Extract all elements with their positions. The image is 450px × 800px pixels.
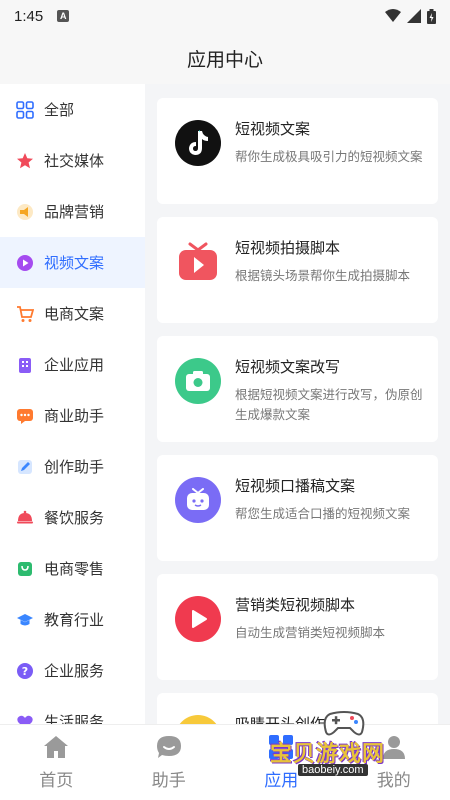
category-sidebar: 全部 社交媒体 品牌营销 视频文案 电商文案 企业应用 商业助手 创作助手 餐饮… — [0, 84, 145, 724]
sidebar-item-life-services[interactable]: 生活服务 — [0, 696, 145, 724]
card-title: 短视频文案改写 — [235, 358, 341, 376]
bag-icon — [16, 560, 34, 578]
megaphone-icon — [16, 203, 34, 221]
app-card-voiceover-copy[interactable]: 短视频口播稿文案 帮您生成适合口播的短视频文案 — [157, 455, 438, 561]
tab-label: 助手 — [151, 771, 186, 791]
status-time: 1:45 — [14, 7, 44, 25]
signal-icon — [407, 9, 421, 23]
graduation-cap-icon — [16, 611, 34, 629]
card-description: 根据镜头场景帮你生成拍摄脚本 — [235, 268, 411, 283]
watermark-url: baobeiy.com — [298, 764, 368, 776]
sidebar-item-all[interactable]: 全部 — [0, 84, 145, 135]
watermark: 宝贝游戏网 baobeiy.com — [270, 706, 420, 778]
sidebar-item-label: 企业服务 — [44, 662, 105, 680]
sun-icon — [175, 715, 221, 724]
grid-icon — [16, 100, 34, 119]
battery-icon — [427, 8, 436, 24]
heart-icon — [16, 713, 34, 724]
sidebar-item-retail[interactable]: 电商零售 — [0, 543, 145, 594]
tab-assistant[interactable]: 助手 — [113, 725, 226, 800]
sidebar-item-label: 社交媒体 — [44, 152, 105, 170]
sidebar-item-label: 创作助手 — [44, 458, 105, 476]
pen-icon — [16, 458, 34, 476]
tab-home[interactable]: 首页 — [0, 725, 113, 800]
app-card-marketing-script[interactable]: 营销类短视频脚本 自动生成营销类短视频脚本 — [157, 574, 438, 680]
play-icon — [16, 254, 34, 272]
app-card-short-video-copy[interactable]: 短视频文案 帮你生成极具吸引力的短视频文案 — [157, 98, 438, 204]
star-icon — [16, 152, 34, 170]
sidebar-item-label: 全部 — [44, 101, 75, 119]
card-title: 营销类短视频脚本 — [235, 596, 356, 614]
sidebar-item-ecommerce-copy[interactable]: 电商文案 — [0, 288, 145, 339]
card-title: 短视频文案 — [235, 120, 311, 138]
sidebar-item-video-copy[interactable]: 视频文案 — [0, 237, 145, 288]
card-description: 帮你生成极具吸引力的短视频文案 — [235, 149, 423, 164]
sidebar-item-enterprise-services[interactable]: ? 企业服务 — [0, 645, 145, 696]
sidebar-item-label: 教育行业 — [44, 611, 105, 629]
home-icon — [43, 734, 69, 760]
tv-icon — [175, 477, 221, 523]
sidebar-item-label: 电商文案 — [44, 305, 105, 323]
play-circle-icon — [175, 596, 221, 642]
sidebar-item-label: 企业应用 — [44, 356, 105, 374]
gamepad-icon — [323, 711, 365, 736]
card-title: 短视频拍摄脚本 — [235, 239, 341, 257]
card-description: 自动生成营销类短视频脚本 — [235, 625, 386, 640]
sidebar-item-enterprise-apps[interactable]: 企业应用 — [0, 339, 145, 390]
dish-icon — [16, 509, 34, 527]
sidebar-item-label: 视频文案 — [44, 254, 105, 272]
sidebar-item-label: 商业助手 — [44, 407, 105, 425]
sidebar-item-creation-assistant[interactable]: 创作助手 — [0, 441, 145, 492]
sidebar-item-education[interactable]: 教育行业 — [0, 594, 145, 645]
cart-icon — [16, 305, 34, 323]
sidebar-item-label: 品牌营销 — [44, 203, 105, 221]
card-description: 帮您生成适合口播的短视频文案 — [235, 506, 411, 521]
sidebar-item-label: 电商零售 — [44, 560, 105, 578]
chat-bubble-icon — [156, 734, 182, 760]
sidebar-item-social-media[interactable]: 社交媒体 — [0, 135, 145, 186]
card-title: 短视频口播稿文案 — [235, 477, 356, 495]
camera-icon — [175, 358, 221, 404]
tv-play-icon — [175, 239, 221, 285]
sidebar-item-brand-marketing[interactable]: 品牌营销 — [0, 186, 145, 237]
building-icon — [16, 356, 34, 374]
chat-icon — [16, 407, 34, 425]
sidebar-item-label: 餐饮服务 — [44, 509, 105, 527]
card-description: 根据短视频文案进行改写，伪原创生成爆款文案 — [235, 387, 423, 422]
tab-label: 首页 — [39, 771, 74, 791]
page-title: 应用中心 — [186, 48, 263, 71]
app-card-copy-rewrite[interactable]: 短视频文案改写 根据短视频文案进行改写，伪原创生成爆款文案 — [157, 336, 438, 442]
app-card-shooting-script[interactable]: 短视频拍摄脚本 根据镜头场景帮你生成拍摄脚本 — [157, 217, 438, 323]
svg-text:?: ? — [22, 665, 28, 678]
wifi-icon — [385, 9, 401, 22]
tiktok-icon — [175, 120, 221, 166]
title-bar: 应用中心 — [0, 32, 450, 84]
question-icon: ? — [16, 662, 34, 680]
status-bar: 1:45 A — [0, 0, 450, 32]
sidebar-item-business-assistant[interactable]: 商业助手 — [0, 390, 145, 441]
sidebar-item-label: 生活服务 — [44, 713, 105, 724]
sidebar-item-catering[interactable]: 餐饮服务 — [0, 492, 145, 543]
app-list: 短视频文案 帮你生成极具吸引力的短视频文案 短视频拍摄脚本 根据镜头场景帮你生成… — [145, 84, 450, 724]
notification-icon: A — [57, 10, 70, 22]
